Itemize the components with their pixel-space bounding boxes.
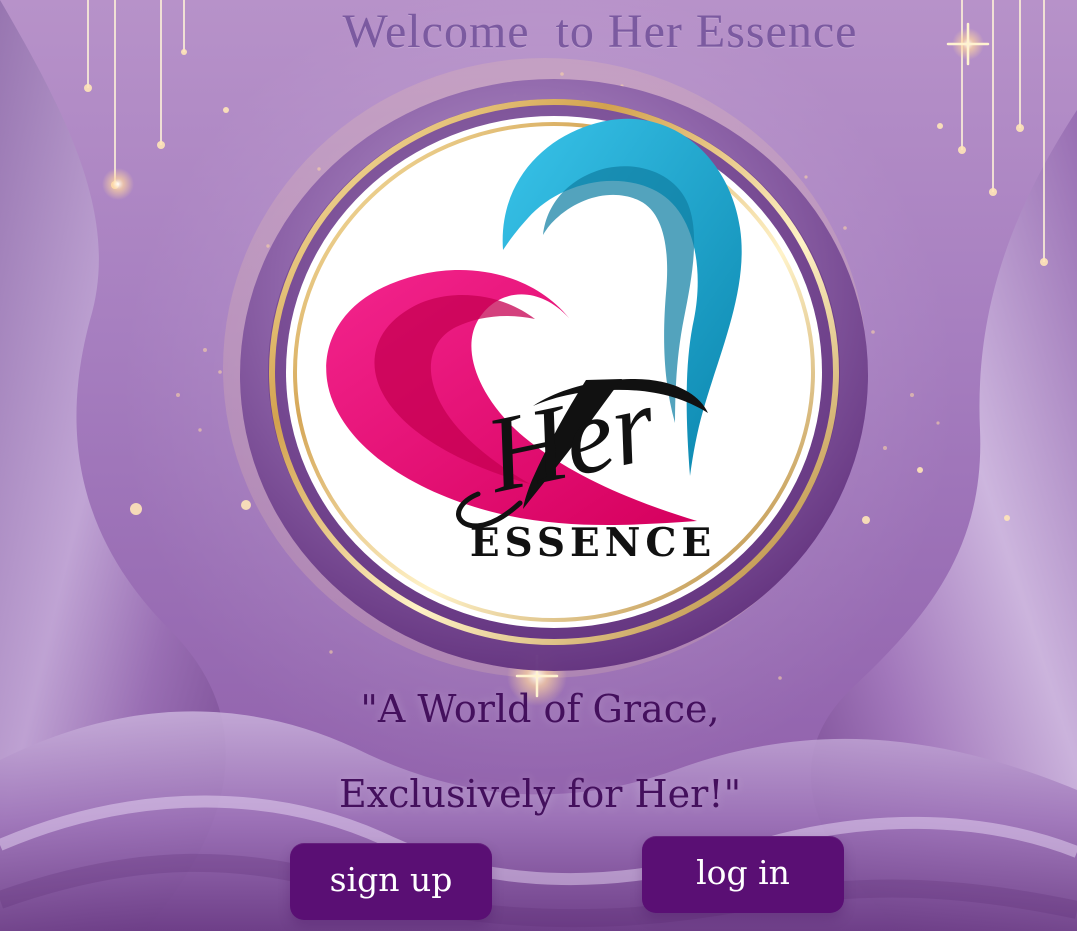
log-in-button[interactable]: log in — [642, 836, 844, 913]
tagline-line-2: Exclusively for Her!" — [338, 772, 742, 816]
sign-up-label: sign up — [329, 860, 453, 899]
tagline-line-1: "A World of Grace, — [360, 687, 720, 731]
her-essence-logo: Her ESSENCE — [238, 72, 870, 672]
logo-emblem — [240, 79, 868, 671]
page-title: Welcome to Her Essence — [342, 5, 858, 58]
welcome-screen: Welcome to Her Essence Her ESSENCE "A Wo… — [0, 0, 1077, 931]
log-in-label: log in — [696, 853, 790, 892]
sign-up-button[interactable]: sign up — [290, 843, 492, 920]
logo-brand-text: ESSENCE — [469, 520, 717, 566]
